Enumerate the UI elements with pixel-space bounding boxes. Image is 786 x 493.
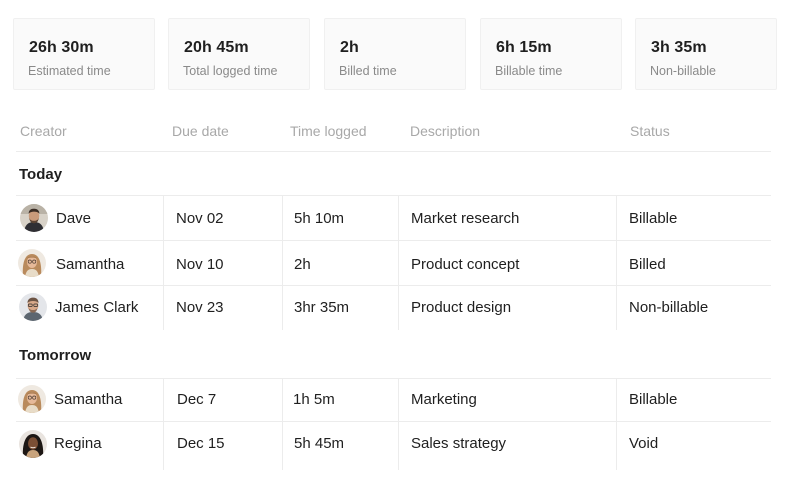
time-logged: 5h 45m [294,435,345,452]
due-date: Dec 7 [177,391,217,408]
status: Billable [629,391,678,408]
table-row[interactable]: Regina Dec 15 5h 45m Sales strategy Void [0,422,786,466]
stat-value: 26h 30m [29,39,94,56]
description: Product concept [411,256,520,273]
time-logged: 1h 5m [293,391,335,408]
avatar-samantha [18,249,46,277]
description: Sales strategy [411,435,507,452]
stat-card-non-billable: 3h 35m Non-billable [635,18,777,90]
stat-label: Estimated time [28,64,111,78]
stat-card-billed: 2h Billed time [324,18,466,90]
description: Market research [411,210,520,227]
stat-card-total-logged: 20h 45m Total logged time [168,18,310,90]
column-header-time-logged[interactable]: Time logged [290,123,367,139]
avatar-regina [19,430,47,458]
column-header-description[interactable]: Description [410,123,480,139]
column-header-due-date[interactable]: Due date [172,123,229,139]
stat-value: 20h 45m [184,39,249,56]
stat-label: Billable time [495,64,563,78]
time-log-table: Creator Due date Time logged Description… [0,110,786,493]
time-logged: 3hr 35m [294,299,350,316]
due-date: Dec 15 [177,435,225,452]
time-logged: 2h [294,256,311,273]
time-summary-cards: 26h 30m Estimated time 20h 45m Total log… [13,18,777,90]
stat-label: Non-billable [650,64,717,78]
creator-name: Dave [56,210,92,227]
status: Billed [629,256,666,273]
avatar-samantha [18,385,46,413]
group-title-today: Today [19,166,63,183]
time-logged: 5h 10m [294,210,345,227]
column-header-status[interactable]: Status [630,123,670,139]
avatar-james [19,293,47,321]
table-row[interactable]: Dave Nov 02 5h 10m Market research Billa… [0,196,786,240]
status: Void [629,435,659,452]
table-row[interactable]: James Clark Nov 23 3hr 35m Product desig… [0,286,786,330]
stat-value: 3h 35m [651,39,707,56]
stat-label: Total logged time [183,64,278,78]
creator-name: James Clark [55,299,139,316]
stat-value: 2h [340,39,359,56]
due-date: Nov 10 [176,256,224,273]
stat-value: 6h 15m [496,39,552,56]
table-row[interactable]: Samantha Nov 10 2h Product concept Bille… [0,241,786,285]
stat-card-estimated: 26h 30m Estimated time [13,18,155,90]
due-date: Nov 23 [176,299,224,316]
status: Billable [629,210,678,227]
creator-name: Regina [54,435,102,452]
header-divider [16,151,771,152]
group-title-tomorrow: Tomorrow [19,347,92,364]
stat-card-billable: 6h 15m Billable time [480,18,622,90]
avatar-dave [20,204,48,232]
description: Marketing [411,391,477,408]
creator-name: Samantha [54,391,123,408]
due-date: Nov 02 [176,210,224,227]
stat-label: Billed time [339,64,397,78]
column-header-creator[interactable]: Creator [20,123,67,139]
status: Non-billable [629,299,709,316]
table-row[interactable]: Samantha Dec 7 1h 5m Marketing Billable [0,379,786,423]
description: Product design [411,299,512,316]
creator-name: Samantha [56,256,125,273]
